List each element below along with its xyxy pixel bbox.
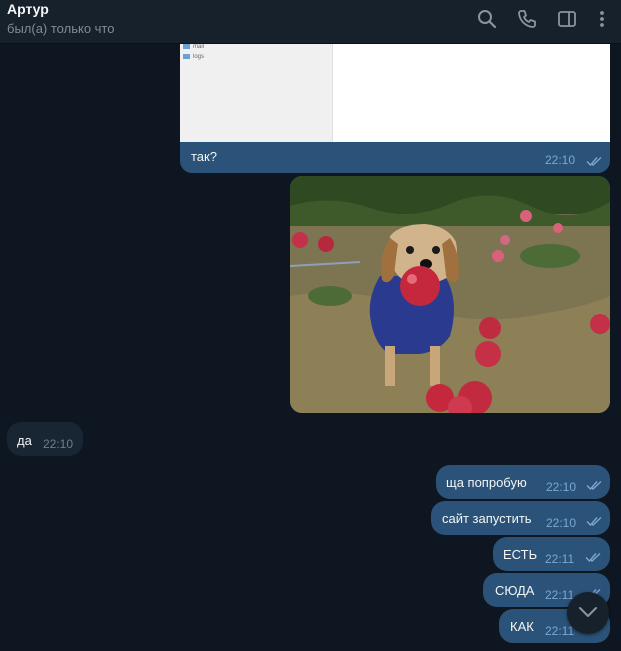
message-text: так? bbox=[191, 149, 217, 164]
message-time: 22:11 bbox=[545, 552, 575, 566]
double-check-icon bbox=[586, 479, 604, 491]
chat-status: был(а) только что bbox=[7, 21, 115, 36]
message-time: 22:10 bbox=[546, 516, 577, 530]
message-time: 22:10 bbox=[545, 153, 576, 167]
message-time: 22:11 bbox=[545, 588, 575, 602]
message-time: 22:10 bbox=[43, 437, 74, 451]
dog-photo-image bbox=[290, 176, 610, 413]
message-bubble-out[interactable]: ща попробую 22:10 bbox=[436, 465, 610, 499]
more-vertical-icon[interactable] bbox=[591, 8, 613, 30]
message-bubble-out[interactable]: ЕСТЬ 22:11 bbox=[493, 537, 610, 571]
sidebar-toggle-icon[interactable] bbox=[556, 8, 578, 30]
message-text: ща попробую bbox=[446, 475, 527, 490]
message-bubble-out[interactable]: так? 22:10 bbox=[180, 142, 610, 173]
photo-message[interactable] bbox=[290, 176, 610, 413]
double-check-icon bbox=[586, 155, 604, 167]
search-icon[interactable] bbox=[476, 8, 498, 30]
folder-tree-panel: mail logs bbox=[180, 44, 333, 142]
folder-item: mail bbox=[183, 44, 204, 50]
chat-title[interactable]: Артур bbox=[7, 1, 49, 17]
message-text: КАК bbox=[510, 619, 534, 634]
message-time: 22:10 bbox=[546, 480, 577, 494]
message-bubble-in[interactable]: да 22:10 bbox=[7, 422, 83, 456]
screenshot-preview[interactable]: mail logs bbox=[180, 44, 610, 142]
message-text: да bbox=[17, 433, 32, 448]
message-text: ЕСТЬ bbox=[503, 547, 538, 562]
double-check-icon bbox=[585, 551, 603, 563]
message-time: 22:11 bbox=[545, 624, 575, 638]
chevron-down-icon bbox=[579, 607, 597, 617]
chat-header: Артур был(а) только что bbox=[0, 0, 621, 44]
message-text: сайт запустить bbox=[442, 511, 532, 526]
scroll-to-bottom-button[interactable] bbox=[567, 592, 609, 634]
double-check-icon bbox=[586, 515, 604, 527]
message-bubble-out[interactable]: сайт запустить 22:10 bbox=[431, 501, 610, 535]
folder-item: logs bbox=[183, 54, 204, 60]
message-text: СЮДА bbox=[495, 583, 535, 598]
phone-icon[interactable] bbox=[516, 8, 538, 30]
